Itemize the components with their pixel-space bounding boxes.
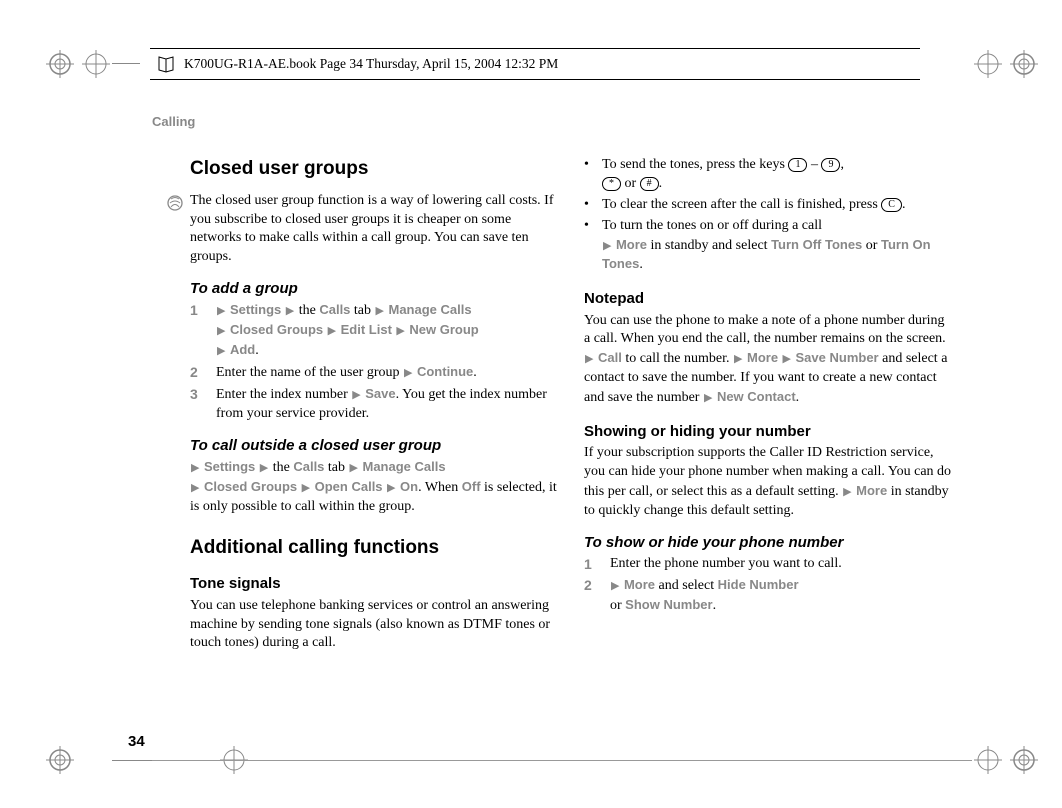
bullet-item: • To clear the screen after the call is … — [584, 196, 952, 215]
step-3: 3 Enter the index number ▶ Save. You get… — [190, 385, 558, 424]
step-1: 1 Enter the phone number you want to cal… — [584, 555, 952, 574]
registration-mark-icon — [46, 746, 74, 774]
bullet-body: To send the tones, press the keys 1 – 9,… — [602, 156, 952, 194]
tone-signals-text: You can use telephone banking services o… — [190, 597, 558, 654]
step-body: ▶ More and select Hide Number or Show Nu… — [610, 576, 952, 616]
intro-text: The closed user group function is a way … — [190, 193, 554, 265]
key-hash-icon: # — [640, 177, 659, 191]
step-number: 1 — [190, 301, 216, 361]
crop-line — [152, 760, 972, 761]
right-column: • To send the tones, press the keys 1 – … — [584, 156, 952, 655]
bullet-body: To turn the tones on or off during a cal… — [602, 217, 952, 276]
step-number: 2 — [584, 576, 610, 616]
document-header-text: K700UG-R1A-AE.book Page 34 Thursday, Apr… — [184, 56, 558, 72]
step-1: 1 ▶ Settings ▶ the Calls tab ▶ Manage Ca… — [190, 301, 558, 361]
bullet-icon: • — [584, 196, 602, 215]
step-body: ▶ Settings ▶ the Calls tab ▶ Manage Call… — [216, 301, 558, 361]
step-2: 2 Enter the name of the user group ▶ Con… — [190, 363, 558, 383]
step-number: 3 — [190, 385, 216, 424]
key-c-icon: C — [881, 198, 902, 212]
key-star-icon: * — [602, 177, 621, 191]
heading-to-show-hide: To show or hide your phone number — [584, 533, 952, 553]
step-number: 1 — [584, 555, 610, 574]
step-body: Enter the name of the user group ▶ Conti… — [216, 363, 558, 383]
network-icon — [166, 194, 184, 212]
step-body: Enter the index number ▶ Save. You get t… — [216, 385, 558, 424]
bullet-body: To clear the screen after the call is fi… — [602, 196, 952, 215]
registration-mark-icon — [46, 50, 74, 78]
heading-add-group: To add a group — [190, 279, 558, 299]
bullet-icon: • — [584, 156, 602, 194]
heading-additional: Additional calling functions — [190, 535, 558, 561]
heading-show-hide: Showing or hiding your number — [584, 422, 952, 442]
bullet-item: • To send the tones, press the keys 1 – … — [584, 156, 952, 194]
crop-mark-icon — [974, 746, 1002, 774]
registration-mark-icon — [1010, 50, 1038, 78]
book-icon — [156, 54, 176, 74]
left-column: Closed user groups The closed user group… — [190, 156, 558, 655]
key-9-icon: 9 — [821, 158, 840, 172]
show-hide-body: If your subscription supports the Caller… — [584, 444, 952, 521]
heading-tone-signals: Tone signals — [190, 574, 558, 594]
heading-notepad: Notepad — [584, 289, 952, 309]
registration-mark-icon — [1010, 746, 1038, 774]
intro-paragraph: The closed user group function is a way … — [190, 192, 558, 268]
step-2: 2 ▶ More and select Hide Number or Show … — [584, 576, 952, 616]
document-header-bar: K700UG-R1A-AE.book Page 34 Thursday, Apr… — [150, 48, 920, 80]
page-number: 34 — [128, 733, 145, 750]
page-content: Closed user groups The closed user group… — [190, 156, 952, 655]
crop-mark-icon — [82, 50, 110, 78]
heading-call-outside: To call outside a closed user group — [190, 436, 558, 456]
notepad-body: You can use the phone to make a note of … — [584, 312, 952, 408]
step-number: 2 — [190, 363, 216, 383]
heading-closed-user-groups: Closed user groups — [190, 156, 558, 182]
bullet-icon: • — [584, 217, 602, 276]
key-1-icon: 1 — [788, 158, 807, 172]
call-outside-body: ▶ Settings ▶ the Calls tab ▶ Manage Call… — [190, 458, 558, 517]
crop-line — [112, 63, 140, 64]
crop-mark-icon — [974, 50, 1002, 78]
step-body: Enter the phone number you want to call. — [610, 555, 952, 574]
section-label: Calling — [152, 114, 195, 129]
bullet-item: • To turn the tones on or off during a c… — [584, 217, 952, 276]
